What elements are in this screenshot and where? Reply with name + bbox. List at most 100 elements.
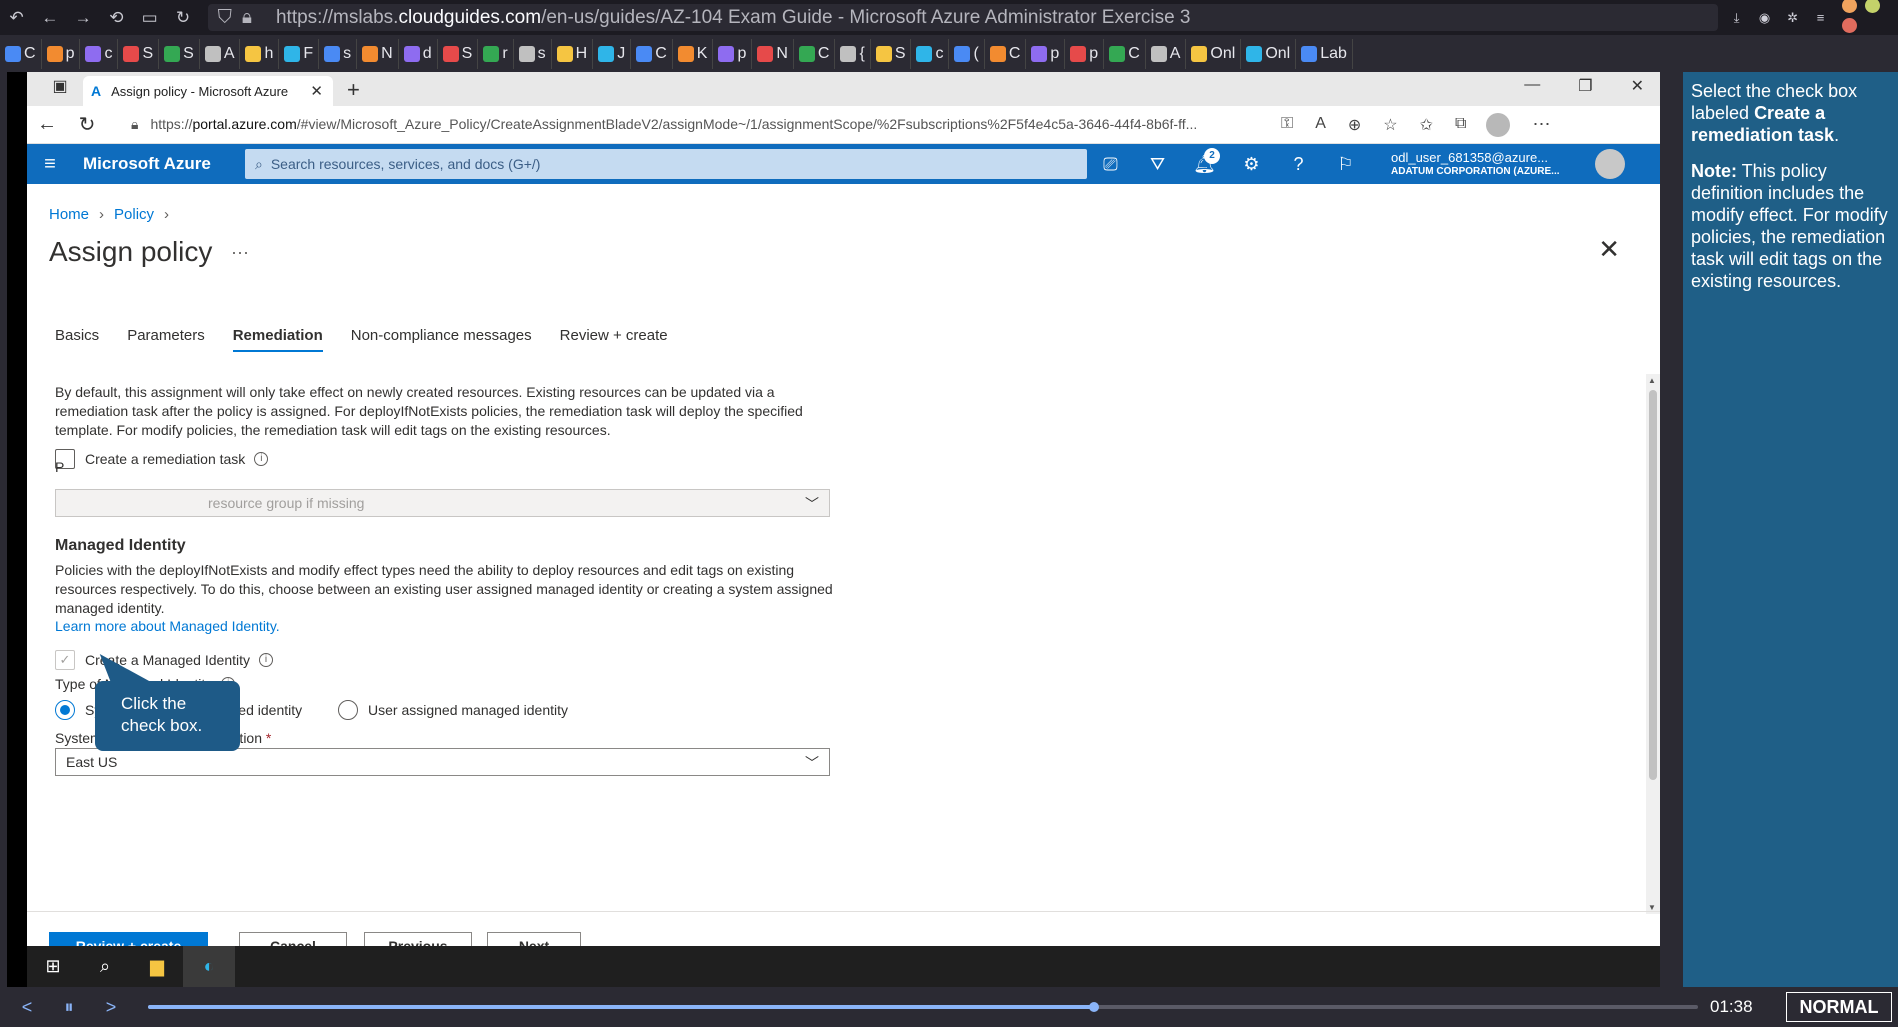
read-aloud-icon[interactable]: A <box>1315 115 1326 135</box>
progress-track[interactable] <box>148 1002 1698 1012</box>
minimize-icon[interactable]: — <box>1524 76 1540 96</box>
azure-search-input[interactable]: ⌕ Search resources, services, and docs (… <box>245 149 1087 179</box>
user-avatar[interactable] <box>1595 149 1625 179</box>
directory-filter-icon[interactable]: ⛛ <box>1134 154 1181 175</box>
search-icon[interactable]: ⌕ <box>79 946 131 987</box>
scroll-thumb[interactable] <box>1649 390 1657 780</box>
restore-icon[interactable]: ❐ <box>1578 76 1592 96</box>
pause-icon[interactable]: ⏸ <box>48 991 90 1023</box>
hamburger-menu-icon[interactable]: ≡ <box>27 153 73 176</box>
cloud-shell-icon[interactable]: ⎚ <box>1087 154 1134 175</box>
bookmark-item[interactable]: S <box>159 38 200 69</box>
bookmark-item[interactable]: S <box>871 38 912 69</box>
feedback-icon[interactable]: ⚐ <box>1322 154 1369 175</box>
learn-more-link[interactable]: Learn more about Managed Identity. <box>55 618 280 634</box>
close-icon[interactable]: ✕ <box>1631 76 1644 96</box>
bookmark-item[interactable]: Onl <box>1241 38 1297 69</box>
next-step-icon[interactable]: > <box>90 991 132 1023</box>
account-info[interactable]: odl_user_681358@azure... ADATUM CORPORAT… <box>1391 151 1591 177</box>
bookmark-item[interactable]: Onl <box>1186 38 1242 69</box>
breadcrumb-policy[interactable]: Policy <box>114 206 154 223</box>
bookmark-item[interactable]: ( <box>949 38 985 69</box>
more-options-icon[interactable]: ··· <box>231 242 249 263</box>
tab-basics[interactable]: Basics <box>55 327 99 352</box>
bookmark-item[interactable]: S <box>118 38 160 69</box>
bookmark-item[interactable]: N <box>357 38 399 69</box>
bookmark-item[interactable]: C <box>1104 38 1146 69</box>
bookmark-item[interactable]: H <box>552 38 594 69</box>
bookmark-item[interactable]: C <box>794 38 836 69</box>
bookmark-item[interactable]: N <box>752 38 794 69</box>
bookmark-item[interactable]: h <box>240 38 280 69</box>
bookmark-item[interactable]: s <box>514 38 552 69</box>
bookmark-item[interactable]: Lab <box>1296 38 1353 69</box>
file-explorer-icon[interactable]: ▆ <box>131 946 183 987</box>
bookmark-item[interactable]: { <box>835 38 871 69</box>
edge-tab-assign-policy[interactable]: A Assign policy - Microsoft Azure ✕ <box>83 76 333 106</box>
bookmark-item[interactable]: c <box>80 38 119 69</box>
firefox-address-bar[interactable]: ⛉ 🔒︎ https://mslabs. cloudguides.com/en-u… <box>207 4 1718 31</box>
close-dot-icon[interactable] <box>1841 17 1857 33</box>
bookmark-item[interactable]: d <box>399 38 438 69</box>
bookmark-item[interactable]: J <box>593 38 632 69</box>
undo-icon[interactable]: ↶ <box>0 0 33 35</box>
extension-icon[interactable]: ◉ <box>1752 5 1778 31</box>
bookmark-item[interactable]: A <box>200 38 241 69</box>
bookmark-item[interactable]: p <box>42 38 81 69</box>
collections-icon[interactable]: ⧉ <box>1455 115 1466 135</box>
radio-button-selected[interactable] <box>55 700 75 720</box>
tab-actions-icon[interactable]: ▣ <box>47 76 73 96</box>
key-icon[interactable]: ⚿ <box>1281 115 1293 135</box>
bookmark-item[interactable]: C <box>985 38 1027 69</box>
new-tab-icon[interactable]: + <box>347 76 360 106</box>
notifications-icon[interactable]: 🔔︎ 2 <box>1181 147 1228 175</box>
favorites-icon[interactable]: ✩ <box>1420 115 1433 135</box>
previous-step-icon[interactable]: < <box>6 991 48 1023</box>
bookmark-item[interactable]: s <box>319 38 358 69</box>
scroll-up-icon[interactable]: ▲ <box>1648 376 1656 385</box>
scrollbar[interactable]: ▲ ▼ <box>1646 374 1660 914</box>
close-tab-icon[interactable]: ✕ <box>310 82 323 100</box>
policy-to-remediate-dropdown[interactable]: resource group if missing ﹀ <box>55 489 830 517</box>
puzzle-icon[interactable]: ✲ <box>1780 5 1806 31</box>
bookmark-item[interactable]: C <box>0 38 42 69</box>
sidebar-icon[interactable]: ▭ <box>133 0 166 35</box>
tab-non-compliance-messages[interactable]: Non-compliance messages <box>351 327 532 352</box>
zoom-icon[interactable]: ⊕ <box>1348 115 1361 135</box>
settings-gear-icon[interactable]: ⚙ <box>1228 154 1275 175</box>
edge-browser-icon[interactable]: ◐ <box>183 946 235 987</box>
info-icon[interactable]: i <box>254 452 269 466</box>
bookmark-item[interactable]: r <box>478 38 514 69</box>
forward-icon[interactable]: → <box>67 0 100 35</box>
breadcrumb-home[interactable]: Home <box>49 206 89 223</box>
minimize-dot-icon[interactable] <box>1841 0 1857 13</box>
close-blade-icon[interactable]: ✕ <box>1598 234 1620 265</box>
tab-parameters[interactable]: Parameters <box>127 327 205 352</box>
progress-knob[interactable] <box>1088 1002 1099 1012</box>
location-dropdown[interactable]: East US ﹀ <box>55 748 830 776</box>
favorite-icon[interactable]: ☆ <box>1383 115 1397 135</box>
bookmark-item[interactable]: c <box>911 38 950 69</box>
edge-url-field[interactable]: 🔒︎ https://portal.azure.com/#view/Microso… <box>131 116 1261 133</box>
bookmark-item[interactable]: F <box>279 38 320 69</box>
maximize-dot-icon[interactable] <box>1864 0 1880 13</box>
edge-profile-avatar[interactable] <box>1486 112 1511 137</box>
radio-user-assigned[interactable]: User assigned managed identity <box>338 700 568 720</box>
create-managed-identity-checkbox[interactable]: ✓ <box>55 650 75 670</box>
refresh-icon[interactable]: ↻ <box>67 112 107 137</box>
bookmark-item[interactable]: p <box>1065 38 1105 69</box>
windows-start-icon[interactable]: ⊞ <box>27 946 79 987</box>
more-icon[interactable]: ⋯ <box>1532 114 1550 135</box>
download-icon[interactable]: ⤓ <box>1724 5 1750 31</box>
azure-brand[interactable]: Microsoft Azure <box>83 154 233 174</box>
mode-badge[interactable]: NORMAL <box>1786 992 1892 1022</box>
bookmark-item[interactable]: A <box>1146 38 1187 69</box>
tab-review-create[interactable]: Review + create <box>560 327 668 352</box>
sync-icon[interactable]: ⟲ <box>100 0 133 35</box>
bookmark-item[interactable]: p <box>713 38 753 69</box>
tab-remediation[interactable]: Remediation <box>232 327 323 352</box>
menu-icon[interactable]: ≡ <box>1808 5 1834 31</box>
bookmark-item[interactable]: C <box>631 38 673 69</box>
back-icon[interactable]: ← <box>33 0 66 35</box>
radio-button[interactable] <box>338 700 358 720</box>
